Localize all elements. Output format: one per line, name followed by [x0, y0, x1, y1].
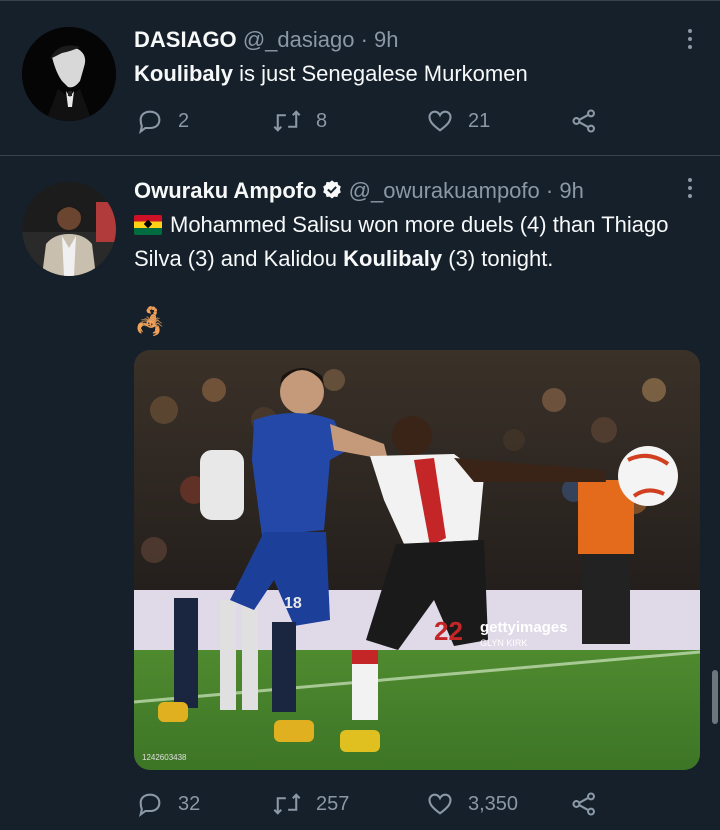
- avatar[interactable]: [22, 27, 116, 121]
- more-options-icon[interactable]: [688, 178, 694, 198]
- ghana-flag-icon: [134, 215, 162, 235]
- photo-credit: GLYN KIRK: [480, 638, 527, 648]
- share-button[interactable]: [570, 107, 598, 135]
- share-icon: [572, 792, 595, 816]
- avatar[interactable]: [22, 182, 116, 276]
- author-handle[interactable]: @_dasiago: [243, 27, 355, 52]
- reply-icon: [139, 110, 161, 135]
- tweet-photo[interactable]: 22 18 gettyimages GLYN KIRK 1242603438: [134, 350, 700, 770]
- tweet-text-part2: (3) tonight.: [442, 246, 554, 271]
- timestamp[interactable]: 9h: [559, 178, 583, 203]
- more-options-icon[interactable]: [688, 29, 694, 49]
- share-button[interactable]: [570, 790, 598, 818]
- like-button[interactable]: 21: [426, 107, 570, 135]
- player-number-22: 22: [434, 616, 463, 646]
- like-count: 3,350: [468, 792, 519, 815]
- reply-button[interactable]: 2: [136, 107, 272, 135]
- bold-mention: Koulibaly: [343, 246, 443, 271]
- tweet[interactable]: DASIAGO @_dasiago · 9h Koulibaly is just…: [0, 0, 720, 156]
- tweet-actions: 32 257 3,350: [136, 790, 598, 818]
- tweet-actions: 2 8 21: [136, 107, 598, 135]
- retweet-icon: [273, 110, 301, 132]
- retweet-button[interactable]: 8: [272, 107, 426, 135]
- reply-count: 2: [178, 109, 190, 132]
- heart-icon: [428, 110, 452, 132]
- tweet-text: Mohammed Salisu won more duels (4) than …: [134, 208, 694, 276]
- player-number-18: 18: [284, 595, 302, 612]
- separator: ·: [360, 27, 368, 52]
- reply-icon: [139, 793, 161, 818]
- reply-count: 32: [178, 792, 201, 815]
- heart-icon: [428, 793, 452, 815]
- tweet-text-rest: is just Senegalese Murkomen: [233, 61, 528, 86]
- like-button[interactable]: 3,350: [426, 790, 570, 818]
- retweet-icon: [273, 793, 301, 815]
- tweet-text: Koulibaly is just Senegalese Murkomen: [134, 57, 694, 91]
- scorpion-icon: 🦂: [134, 306, 167, 336]
- scrollbar[interactable]: [712, 670, 718, 724]
- tweet-header: DASIAGO @_dasiago · 9h: [134, 27, 399, 53]
- verified-badge-icon: [322, 180, 341, 199]
- getty-image-id: 1242603438: [142, 753, 187, 762]
- bold-mention: Koulibaly: [134, 61, 234, 86]
- like-count: 21: [468, 109, 491, 132]
- retweet-count: 257: [316, 792, 350, 815]
- reply-button[interactable]: 32: [136, 790, 272, 818]
- retweet-button[interactable]: 257: [272, 790, 426, 818]
- getty-watermark: gettyimages: [480, 619, 568, 636]
- tweet[interactable]: Owuraku Ampofo @_owurakuampofo · 9h Moha…: [0, 156, 720, 830]
- tweet-header: Owuraku Ampofo @_owurakuampofo · 9h: [134, 178, 584, 204]
- retweet-count: 8: [316, 109, 328, 132]
- separator: ·: [545, 178, 554, 203]
- author-name[interactable]: DASIAGO: [134, 27, 237, 52]
- author-name[interactable]: Owuraku Ampofo: [134, 178, 317, 203]
- share-icon: [572, 109, 595, 133]
- author-handle[interactable]: @_owurakuampofo: [349, 178, 540, 203]
- timestamp[interactable]: 9h: [374, 27, 398, 52]
